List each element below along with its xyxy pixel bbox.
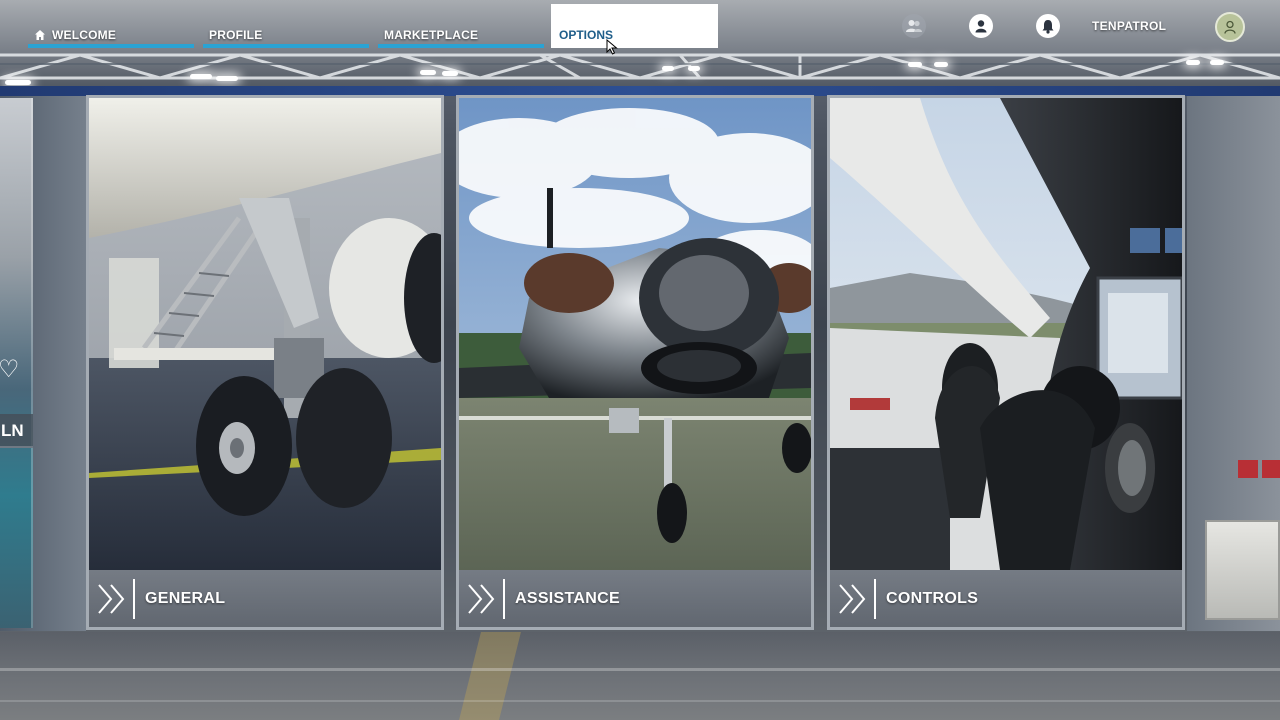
tab-underline (378, 44, 544, 48)
username: TENPATROL (1092, 19, 1167, 33)
tab-welcome-label: WELCOME (52, 28, 117, 42)
card-divider (874, 578, 876, 619)
home-icon (35, 30, 45, 40)
card-controls-footer: CONTROLS (830, 570, 1182, 627)
avatar-icon (1224, 20, 1236, 34)
red-crate (1238, 460, 1258, 478)
floor-line (0, 700, 1280, 702)
chevron-double-icon (839, 583, 866, 614)
roof-light (662, 66, 674, 71)
tab-options-label: OPTIONS (559, 28, 614, 42)
roof-light (934, 62, 948, 67)
roof-light (1186, 60, 1200, 65)
previous-card-label: LN (0, 414, 33, 448)
tab-profile-label: PROFILE (209, 28, 263, 42)
roof-light (908, 62, 922, 67)
roof-light (190, 74, 212, 79)
card-assistance-image (459, 98, 811, 570)
card-general-image (89, 98, 441, 570)
card-controls-label: CONTROLS (886, 589, 979, 607)
previous-card[interactable]: ♡ LN (0, 98, 33, 628)
chevron-double-icon (98, 583, 125, 614)
roof-light (420, 70, 436, 75)
tab-underline (28, 44, 194, 48)
chevron-double-icon (468, 583, 495, 614)
tab-welcome[interactable]: WELCOME (28, 22, 194, 48)
friends-icon[interactable] (902, 14, 926, 38)
red-crate (1262, 460, 1280, 478)
roof-light (216, 76, 238, 81)
card-general-label: GENERAL (145, 589, 226, 607)
card-assistance[interactable]: ASSISTANCE (456, 95, 814, 630)
card-general-footer: GENERAL (89, 570, 441, 627)
notifications-icon[interactable] (1036, 14, 1060, 38)
floor-line (0, 668, 1280, 671)
hangar-floor (0, 632, 1280, 720)
mouse-cursor-icon (606, 39, 618, 55)
tab-marketplace[interactable]: MARKETPLACE (378, 22, 544, 48)
account-icon[interactable] (969, 14, 993, 38)
roof-light (442, 71, 458, 76)
tab-options[interactable]: OPTIONS (551, 4, 718, 48)
roof-light (688, 66, 700, 71)
cargo-container (1205, 520, 1280, 620)
roof-light (5, 80, 31, 85)
roof-light (1210, 60, 1224, 65)
card-assistance-footer: ASSISTANCE (459, 570, 811, 627)
tab-marketplace-label: MARKETPLACE (384, 28, 479, 42)
card-assistance-label: ASSISTANCE (515, 589, 620, 607)
tab-underline (203, 44, 369, 48)
card-controls[interactable]: CONTROLS (827, 95, 1185, 630)
card-divider (503, 578, 505, 619)
tab-profile[interactable]: PROFILE (203, 22, 369, 48)
card-divider (133, 578, 135, 619)
card-general[interactable]: GENERAL (86, 95, 444, 630)
card-controls-image (830, 98, 1182, 570)
heart-icon: ♡ (0, 356, 20, 383)
avatar[interactable] (1215, 12, 1245, 42)
top-nav: WELCOME PROFILE MARKETPLACE OPTIONS TENP… (0, 0, 1280, 55)
